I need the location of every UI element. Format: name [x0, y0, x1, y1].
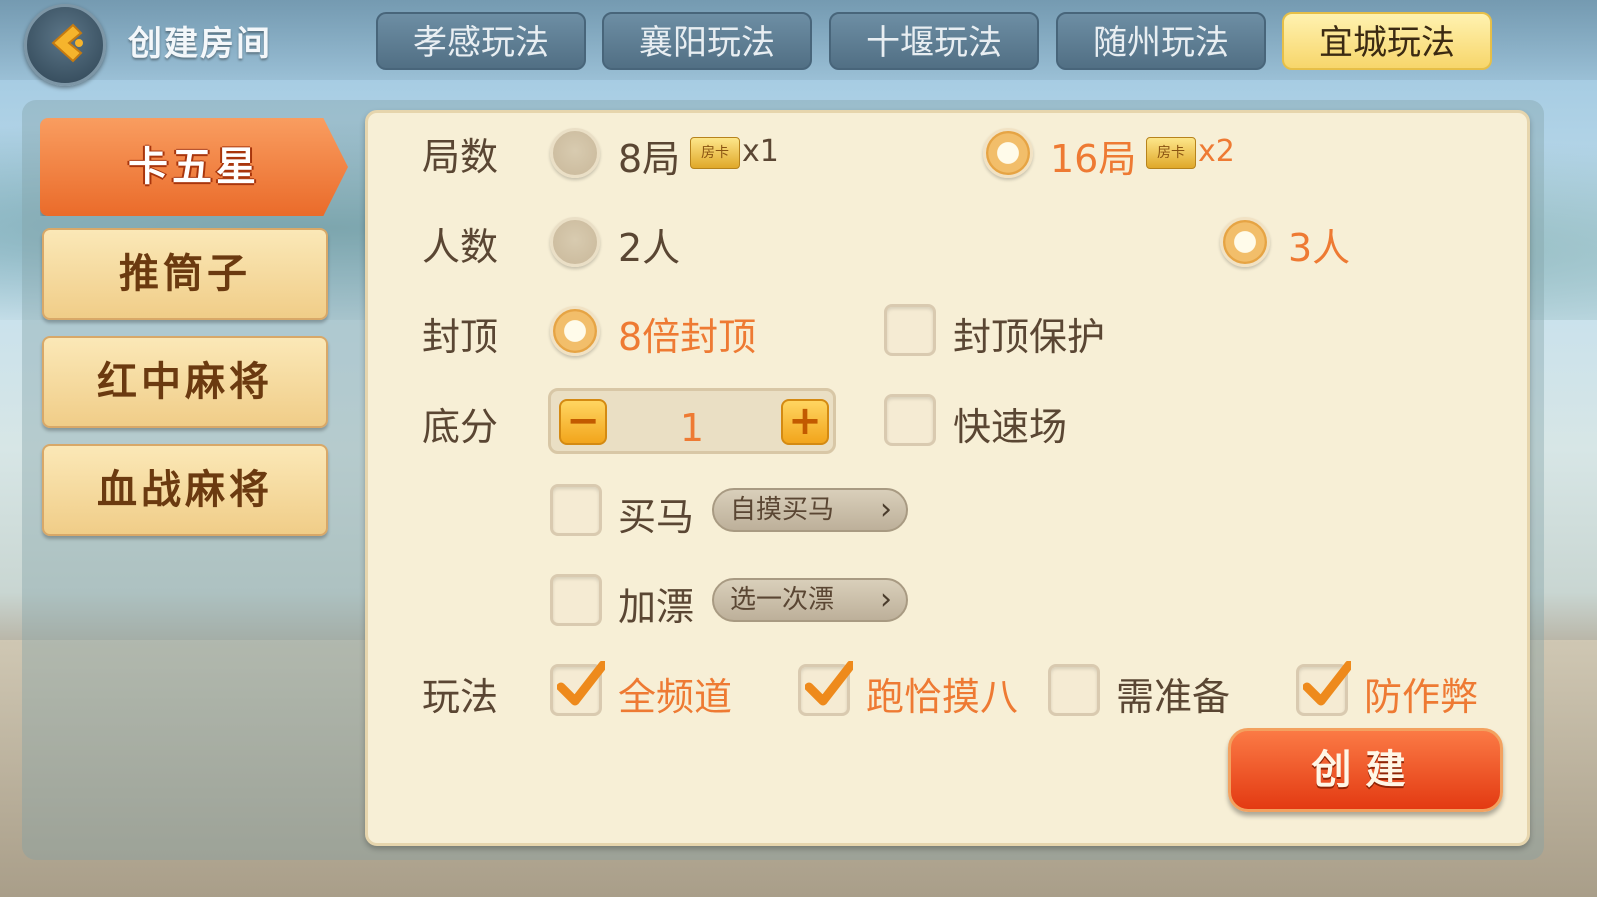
players-3-label: 3人 — [1288, 226, 1351, 270]
chevron-right-icon: › — [880, 492, 892, 527]
rounds-16-radio[interactable] — [983, 128, 1033, 178]
mode-xuezhan[interactable]: 血战麻将 — [42, 444, 328, 536]
rounds-8-radio[interactable] — [550, 128, 600, 178]
rounds-8-label: 8局 — [618, 137, 681, 181]
paoqia-label: 跑恰摸八 — [866, 675, 1019, 719]
chevron-right-icon: › — [880, 582, 892, 617]
minus-button[interactable]: − — [559, 399, 607, 445]
play-label: 玩法 — [422, 675, 499, 719]
anticheat-checkbox[interactable] — [1296, 661, 1351, 716]
players-3-radio[interactable] — [1220, 217, 1270, 267]
buy-horse-dropdown[interactable]: 自摸买马 › — [712, 488, 908, 532]
cap-protect-label: 封顶保护 — [953, 315, 1106, 359]
create-button[interactable]: 创建 — [1228, 728, 1503, 812]
buy-horse-checkbox[interactable] — [550, 484, 602, 536]
tab-xiaogan[interactable]: 孝感玩法 — [376, 12, 586, 70]
piao-dropdown-text: 选一次漂 — [730, 585, 835, 615]
room-card-icon: 房卡 — [1146, 137, 1196, 169]
rounds-8-mult: x1 — [742, 134, 779, 169]
buy-horse-dropdown-text: 自摸买马 — [730, 495, 835, 525]
paoqia-checkbox[interactable] — [798, 661, 853, 716]
cap-8x-label: 8倍封顶 — [618, 315, 757, 359]
page-title: 创建房间 — [128, 24, 272, 64]
tab-xiangyang[interactable]: 襄阳玩法 — [602, 12, 812, 70]
checkmark-icon — [1303, 661, 1351, 706]
cap-8x-radio[interactable] — [550, 306, 600, 356]
base-label: 底分 — [422, 405, 499, 449]
plus-button[interactable]: + — [781, 399, 829, 445]
checkmark-icon — [557, 661, 605, 706]
cap-label: 封顶 — [422, 315, 499, 359]
base-score-stepper: 1 − + — [548, 388, 836, 454]
players-2-label: 2人 — [618, 226, 681, 270]
back-arrow-icon — [51, 23, 83, 63]
mode-kawuxing[interactable]: 卡五星 — [40, 118, 348, 216]
all-channel-label: 全频道 — [618, 675, 733, 719]
tab-suizhou[interactable]: 随州玩法 — [1056, 12, 1266, 70]
back-button[interactable] — [24, 4, 106, 86]
all-channel-checkbox[interactable] — [550, 661, 605, 716]
ready-checkbox[interactable] — [1048, 664, 1100, 716]
cap-protect-checkbox[interactable] — [884, 304, 936, 356]
tab-yicheng[interactable]: 宜城玩法 — [1282, 12, 1492, 70]
ready-label: 需准备 — [1116, 675, 1231, 719]
piao-dropdown[interactable]: 选一次漂 › — [712, 578, 908, 622]
fast-checkbox[interactable] — [884, 394, 936, 446]
fast-label: 快速场 — [953, 405, 1068, 449]
piao-checkbox[interactable] — [550, 574, 602, 626]
checkmark-icon — [805, 661, 853, 706]
room-card-icon: 房卡 — [690, 137, 740, 169]
tab-shiyan[interactable]: 十堰玩法 — [829, 12, 1039, 70]
piao-label: 加漂 — [618, 585, 695, 629]
rounds-16-mult: x2 — [1198, 134, 1235, 169]
mode-tuitongzi[interactable]: 推筒子 — [42, 228, 328, 320]
rounds-label: 局数 — [422, 135, 499, 179]
mode-hongzhong[interactable]: 红中麻将 — [42, 336, 328, 428]
buy-horse-label: 买马 — [618, 495, 695, 539]
rounds-16-label: 16局 — [1050, 137, 1137, 181]
anticheat-label: 防作弊 — [1364, 675, 1479, 719]
players-label: 人数 — [422, 225, 499, 269]
players-2-radio[interactable] — [550, 217, 600, 267]
